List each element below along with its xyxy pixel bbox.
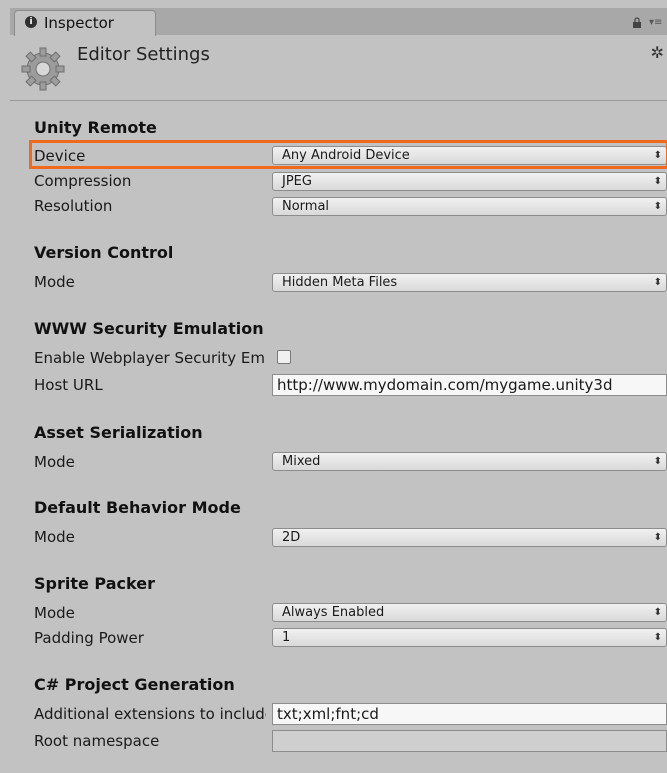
extensions-label: Additional extensions to include [34, 705, 266, 723]
section-www-security: WWW Security Emulation [34, 319, 264, 338]
resolution-value: Normal [282, 199, 330, 214]
dropdown-arrow-icon: ⬍ [653, 456, 662, 467]
db-mode-value: 2D [282, 530, 301, 545]
compression-value: JPEG [282, 174, 312, 189]
sp-mode-label: Mode [34, 604, 75, 622]
resolution-label: Resolution [34, 197, 113, 215]
info-icon: i [25, 16, 37, 28]
webplayer-security-label: Enable Webplayer Security Emulation [34, 349, 266, 367]
inspector-window: i Inspector ▾≡ Editor Settings ✲ Unity R… [0, 0, 667, 773]
as-mode-label: Mode [34, 453, 75, 471]
sp-mode-value: Always Enabled [282, 605, 385, 620]
host-url-field[interactable]: http://www.mydomain.com/mygame.unity3d [272, 374, 667, 396]
section-asset-serialization: Asset Serialization [34, 423, 203, 442]
as-mode-dropdown[interactable]: Mixed ⬍ [272, 452, 667, 471]
section-default-behavior: Default Behavior Mode [34, 498, 241, 517]
section-unity-remote: Unity Remote [34, 118, 157, 137]
extensions-value: txt;xml;fnt;cd [277, 705, 379, 723]
section-sprite-packer: Sprite Packer [34, 574, 155, 593]
dropdown-arrow-icon: ⬍ [653, 532, 662, 543]
section-version-control: Version Control [34, 243, 174, 262]
resolution-dropdown[interactable]: Normal ⬍ [272, 197, 667, 216]
dropdown-arrow-icon: ⬍ [653, 632, 662, 643]
sp-mode-dropdown[interactable]: Always Enabled ⬍ [272, 603, 667, 622]
compression-label: Compression [34, 172, 132, 190]
host-url-label: Host URL [34, 376, 103, 394]
root-namespace-field[interactable] [272, 730, 667, 752]
lock-icon[interactable] [632, 17, 642, 28]
webplayer-security-checkbox[interactable] [277, 350, 291, 364]
gear-icon [21, 47, 65, 91]
padding-power-label: Padding Power [34, 629, 144, 647]
dropdown-arrow-icon: ⬍ [653, 277, 662, 288]
compression-dropdown[interactable]: JPEG ⬍ [272, 172, 667, 191]
tab-label: Inspector [44, 14, 114, 32]
context-menu-icon[interactable]: ▾≡ [649, 17, 662, 28]
extensions-field[interactable]: txt;xml;fnt;cd [272, 703, 667, 725]
dropdown-arrow-icon: ⬍ [653, 201, 662, 212]
host-url-value: http://www.mydomain.com/mygame.unity3d [277, 376, 613, 394]
vc-mode-label: Mode [34, 273, 75, 291]
db-mode-label: Mode [34, 528, 75, 546]
section-csharp: C# Project Generation [34, 675, 235, 694]
vc-mode-value: Hidden Meta Files [282, 275, 398, 290]
page-title: Editor Settings [77, 44, 210, 65]
tab-inspector[interactable]: i Inspector [14, 10, 156, 36]
settings-panel: Unity Remote Device Any Android Device ⬍… [10, 101, 667, 773]
padding-power-value: 1 [282, 630, 291, 645]
as-mode-value: Mixed [282, 454, 321, 469]
vc-mode-dropdown[interactable]: Hidden Meta Files ⬍ [272, 273, 667, 292]
device-highlight [29, 140, 667, 169]
root-namespace-label: Root namespace [34, 732, 160, 750]
dropdown-arrow-icon: ⬍ [653, 176, 662, 187]
db-mode-dropdown[interactable]: 2D ⬍ [272, 528, 667, 547]
settings-gear-icon[interactable]: ✲ [651, 43, 664, 62]
inspector-header: Editor Settings ✲ [10, 36, 667, 101]
dropdown-arrow-icon: ⬍ [653, 607, 662, 618]
padding-power-dropdown[interactable]: 1 ⬍ [272, 628, 667, 647]
